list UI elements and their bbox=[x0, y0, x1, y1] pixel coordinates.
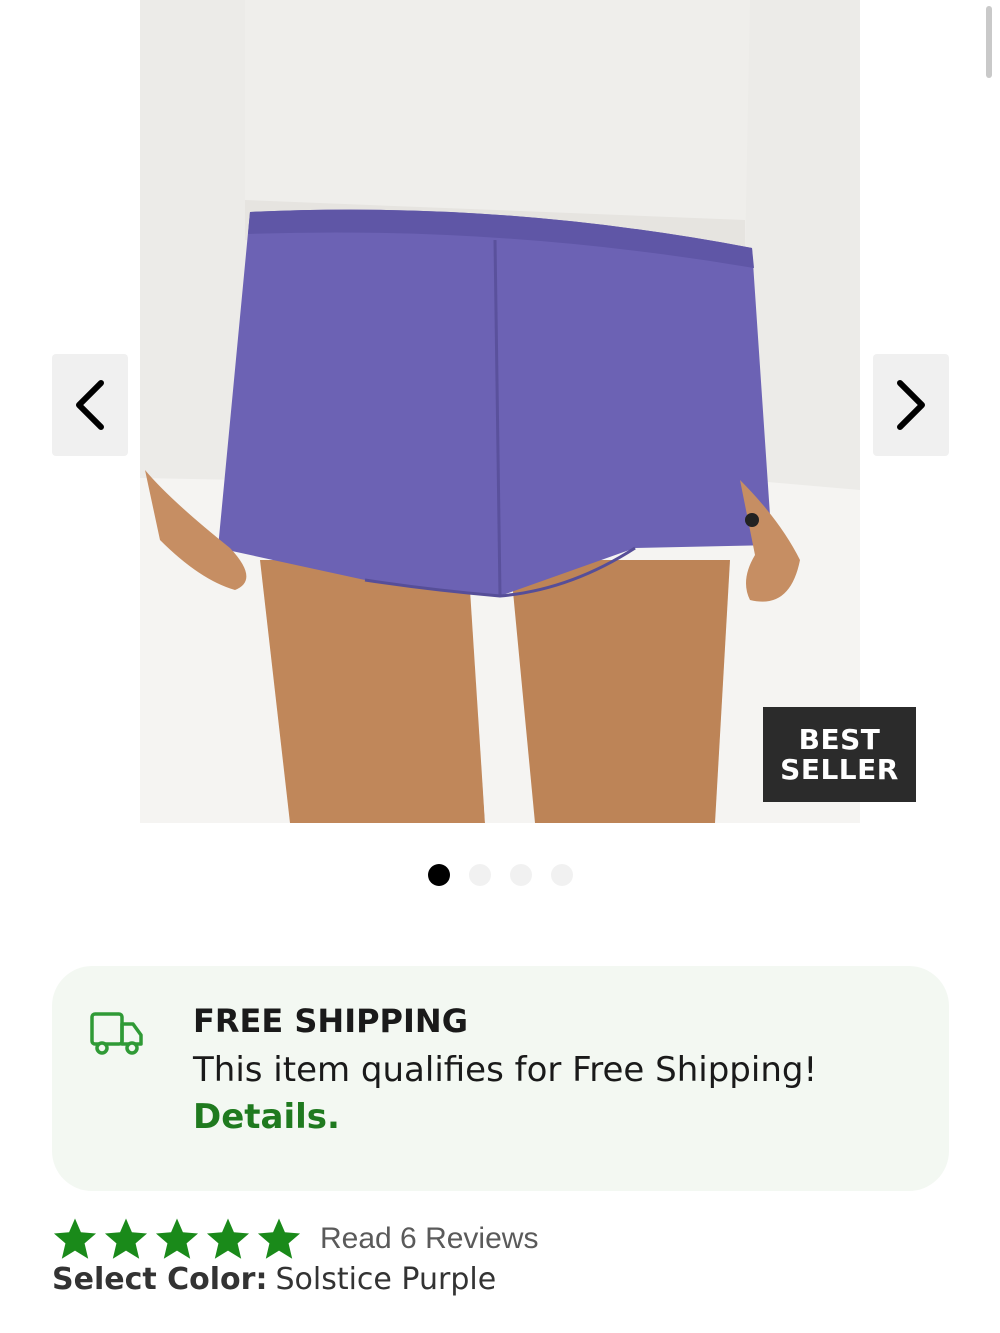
star-icon bbox=[53, 1218, 97, 1259]
chevron-left-icon bbox=[76, 380, 104, 430]
read-reviews-link[interactable]: Read 6 Reviews bbox=[320, 1222, 538, 1256]
star-icon bbox=[206, 1218, 250, 1259]
selected-color-value: Solstice Purple bbox=[275, 1262, 497, 1297]
carousel-dots bbox=[0, 864, 1000, 886]
product-page: BEST SELLER FREE SHIPPING This item qual… bbox=[0, 0, 1000, 1333]
best-seller-badge: BEST SELLER bbox=[763, 707, 916, 802]
badge-line-2: SELLER bbox=[780, 752, 899, 786]
rating-row: Read 6 Reviews bbox=[52, 1217, 538, 1261]
star-rating[interactable] bbox=[52, 1217, 302, 1261]
shipping-text: This item qualifies for Free Shipping! bbox=[193, 1050, 818, 1090]
badge-line-1: BEST bbox=[798, 722, 881, 756]
carousel-dot-4[interactable] bbox=[550, 864, 573, 886]
carousel-dot-3[interactable] bbox=[509, 864, 532, 886]
free-shipping-card: FREE SHIPPING This item qualifies for Fr… bbox=[52, 966, 949, 1191]
chevron-right-icon bbox=[897, 380, 925, 430]
star-icon bbox=[257, 1218, 301, 1259]
shipping-details-link[interactable]: Details. bbox=[193, 1097, 340, 1137]
product-image[interactable] bbox=[140, 0, 860, 823]
previous-image-button[interactable] bbox=[52, 354, 128, 456]
scrollbar[interactable] bbox=[986, 6, 992, 78]
carousel-dot-2[interactable] bbox=[468, 864, 491, 886]
product-gallery: BEST SELLER bbox=[0, 0, 1000, 830]
color-label: Select Color: bbox=[52, 1262, 268, 1297]
star-icon bbox=[155, 1218, 199, 1259]
star-icon bbox=[104, 1218, 148, 1259]
carousel-dot-1[interactable] bbox=[427, 864, 450, 886]
truck-icon bbox=[90, 1012, 143, 1055]
shipping-title: FREE SHIPPING bbox=[193, 1002, 468, 1040]
next-image-button[interactable] bbox=[873, 354, 949, 456]
color-selector: Select Color: Solstice Purple bbox=[52, 1262, 496, 1297]
